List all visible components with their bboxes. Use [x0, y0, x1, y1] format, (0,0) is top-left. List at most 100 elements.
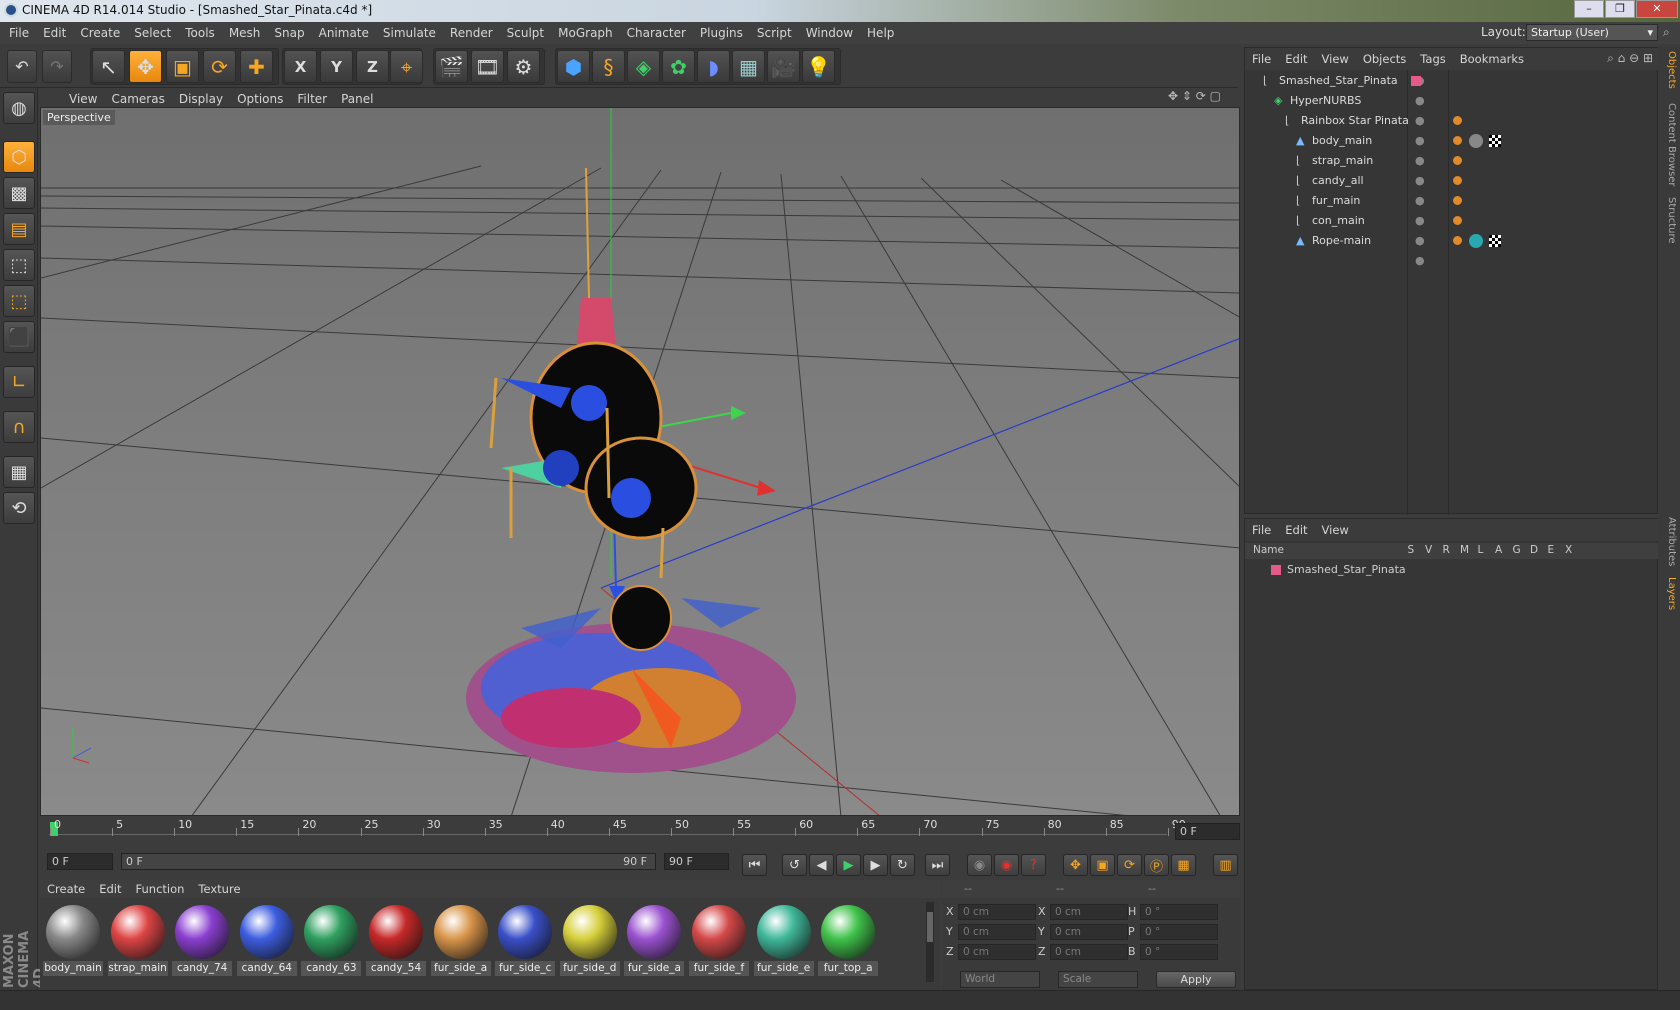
current-frame-field[interactable]: 0 F: [1175, 823, 1240, 840]
key-parameter-icon[interactable]: Ⓟ: [1144, 854, 1169, 876]
material-scrollbar[interactable]: [926, 902, 934, 982]
layer-menu-file[interactable]: File: [1245, 519, 1278, 541]
material-swatch[interactable]: candy_63: [301, 902, 362, 977]
material-swatch[interactable]: fur_side_a: [624, 902, 685, 977]
menu-window[interactable]: Window: [799, 22, 860, 44]
model-mode-icon[interactable]: ⬡: [3, 141, 35, 173]
side-tab-content-browser[interactable]: Content Browser: [1661, 103, 1677, 186]
autokey-icon[interactable]: ◉: [994, 854, 1019, 876]
object-row[interactable]: ◈ HyperNURBS ● ●: [1245, 91, 1659, 127]
array-icon[interactable]: ✿: [662, 50, 695, 83]
x-axis-lock-button[interactable]: X: [284, 50, 317, 83]
object-menu-file[interactable]: File: [1245, 48, 1278, 70]
menu-select[interactable]: Select: [127, 22, 178, 44]
undo-icon[interactable]: ↶: [7, 50, 37, 83]
texture-mode-icon[interactable]: ▩: [3, 177, 35, 209]
spline-icon[interactable]: §: [592, 50, 625, 83]
keyframe-selection-icon[interactable]: ?: [1021, 854, 1046, 876]
material-swatch[interactable]: candy_74: [172, 902, 233, 977]
record-keys-icon[interactable]: ◉: [967, 854, 992, 876]
render-settings-icon[interactable]: ⚙: [507, 50, 540, 83]
material-swatch[interactable]: candy_64: [236, 902, 297, 977]
coordinate-space-dropdown[interactable]: World: [960, 971, 1040, 988]
menu-plugins[interactable]: Plugins: [693, 22, 750, 44]
key-scale-icon[interactable]: ▣: [1090, 854, 1115, 876]
coordinate-system-icon[interactable]: ⌖: [390, 50, 423, 83]
search-icon[interactable]: ⌕: [1663, 25, 1670, 40]
coord-rotation-field[interactable]: 0 °: [1140, 924, 1218, 940]
axis-mode-icon[interactable]: ∟: [3, 366, 35, 398]
coord-rotation-field[interactable]: 0 °: [1140, 944, 1218, 960]
coordinate-mode-dropdown[interactable]: Scale: [1058, 971, 1138, 988]
menu-create[interactable]: Create: [73, 22, 127, 44]
coord-position-field[interactable]: 0 cm: [958, 904, 1036, 920]
object-row[interactable]: ▲ Rope-main ● ●: [1245, 231, 1659, 267]
material-swatch[interactable]: fur_side_c: [495, 902, 556, 977]
object-row[interactable]: ⌊ Rainbox Star Pinata ● ●: [1245, 111, 1659, 147]
goto-start-icon[interactable]: ⏮: [742, 854, 767, 876]
redo-icon[interactable]: ↷: [42, 50, 72, 83]
menu-edit[interactable]: Edit: [36, 22, 73, 44]
live-selection-icon[interactable]: ↖: [92, 50, 125, 83]
side-tab-layers[interactable]: Layers: [1661, 577, 1677, 610]
material-swatch[interactable]: fur_side_a: [430, 902, 491, 977]
perspective-viewport[interactable]: Perspective: [40, 107, 1240, 816]
material-swatch[interactable]: fur_side_e: [753, 902, 814, 977]
menu-character[interactable]: Character: [620, 22, 693, 44]
side-tab-structure[interactable]: Structure: [1661, 197, 1677, 244]
object-row[interactable]: ⌊ candy_all ● ●: [1245, 171, 1659, 207]
menu-animate[interactable]: Animate: [312, 22, 376, 44]
goto-end-icon[interactable]: ⏭: [925, 854, 950, 876]
locked-workplane-icon[interactable]: ▦: [3, 456, 35, 488]
menu-help[interactable]: Help: [860, 22, 901, 44]
coord-position-field[interactable]: 0 cm: [958, 924, 1036, 940]
frame-range-slider[interactable]: 0 F 90 F: [121, 853, 656, 870]
step-back-icon[interactable]: ◀: [809, 854, 834, 876]
make-editable-icon[interactable]: ◍: [3, 92, 35, 124]
z-axis-lock-button[interactable]: Z: [356, 50, 389, 83]
timeline[interactable]: 051015202530354045505560657075808590 0 F: [40, 818, 1240, 851]
key-position-icon[interactable]: ✥: [1063, 854, 1088, 876]
key-rotation-icon[interactable]: ⟳: [1117, 854, 1142, 876]
minimize-button[interactable]: –: [1574, 0, 1604, 18]
light-icon[interactable]: 💡: [802, 50, 835, 83]
viewport-camera-label[interactable]: Perspective: [43, 110, 115, 125]
material-swatch[interactable]: fur_top_a: [818, 902, 879, 977]
object-menu-objects[interactable]: Objects: [1356, 48, 1413, 70]
layer-row[interactable]: Smashed_Star_Pinata: [1245, 561, 1659, 579]
floor-icon[interactable]: ▦: [732, 50, 765, 83]
material-swatch[interactable]: fur_side_f: [689, 902, 749, 977]
snap-magnet-icon[interactable]: ∩: [3, 411, 35, 443]
object-manager-tools-icon[interactable]: ⌕ ⌂ ⊖ ⊞: [1607, 51, 1653, 66]
object-menu-edit[interactable]: Edit: [1278, 48, 1314, 70]
object-row[interactable]: ⌊ con_main ● ●: [1245, 211, 1659, 247]
side-tab-objects[interactable]: Objects: [1661, 51, 1677, 89]
render-picture-viewer-icon[interactable]: 🎞: [471, 50, 504, 83]
coord-position-field[interactable]: 0 cm: [958, 944, 1036, 960]
step-forward-icon[interactable]: ▶: [863, 854, 888, 876]
close-button[interactable]: ✕: [1636, 0, 1678, 18]
start-frame-field[interactable]: 0 F: [47, 853, 113, 870]
object-row[interactable]: ⌊ fur_main ● ●: [1245, 191, 1659, 227]
menu-mesh[interactable]: Mesh: [222, 22, 268, 44]
restore-button[interactable]: ❐: [1605, 0, 1635, 18]
workplane-icon[interactable]: ▤: [3, 213, 35, 245]
material-menu-texture[interactable]: Texture: [191, 880, 247, 898]
y-axis-lock-button[interactable]: Y: [320, 50, 353, 83]
layout-dropdown[interactable]: Startup (User): [1526, 24, 1658, 41]
move-icon[interactable]: ✥: [129, 50, 162, 83]
edges-mode-icon[interactable]: ⬚: [3, 285, 35, 317]
coord-rotation-field[interactable]: 0 °: [1140, 904, 1218, 920]
layer-menu-view[interactable]: View: [1315, 519, 1356, 541]
material-swatch[interactable]: body_main: [43, 902, 103, 977]
points-mode-icon[interactable]: ⬚: [3, 249, 35, 281]
object-menu-view[interactable]: View: [1315, 48, 1356, 70]
menu-sculpt[interactable]: Sculpt: [500, 22, 551, 44]
key-pla-icon[interactable]: ▦: [1171, 854, 1196, 876]
object-row[interactable]: ⌊ strap_main ● ●: [1245, 151, 1659, 187]
menu-mograph[interactable]: MoGraph: [551, 22, 620, 44]
menu-snap[interactable]: Snap: [267, 22, 311, 44]
material-menu-create[interactable]: Create: [40, 880, 92, 898]
material-menu-function[interactable]: Function: [129, 880, 192, 898]
apply-button[interactable]: Apply: [1156, 971, 1236, 988]
